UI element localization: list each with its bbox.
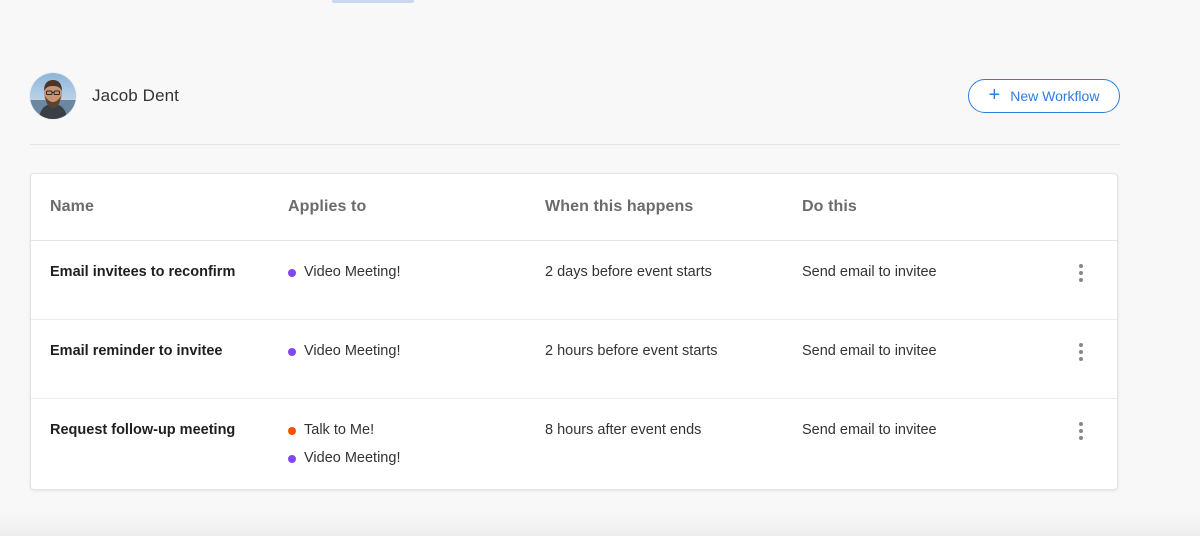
workflow-name[interactable]: Request follow-up meeting (50, 422, 288, 439)
trigger-description: 2 hours before event starts (545, 343, 718, 359)
new-workflow-label: New Workflow (1010, 88, 1100, 104)
active-tab-indicator (332, 0, 414, 3)
menu-dot (1078, 271, 1083, 275)
column-header-applies-to: Applies to (288, 198, 367, 215)
event-type-item: Talk to Me! (288, 422, 545, 439)
event-type-item: Video Meeting! (288, 343, 545, 360)
event-color-dot (288, 454, 296, 463)
table-row[interactable]: Request follow-up meeting Talk to Me! Vi… (31, 399, 1117, 489)
menu-dot (1078, 357, 1083, 361)
new-workflow-button[interactable]: + New Workflow (968, 79, 1120, 113)
menu-dot (1078, 350, 1083, 354)
bottom-edge-shadow (0, 512, 1200, 536)
event-type-item: Video Meeting! (288, 450, 545, 467)
event-color-dot (288, 268, 296, 277)
event-color-dot (288, 347, 296, 356)
action-description: Send email to invitee (802, 343, 937, 359)
workflow-name[interactable]: Email reminder to invitee (50, 343, 288, 360)
row-menu-icon[interactable] (1073, 260, 1089, 286)
workflow-owner-row: Jacob Dent + New Workflow (30, 72, 1120, 120)
event-type-label: Video Meeting! (304, 450, 401, 466)
applies-to-cell: Talk to Me! Video Meeting! (288, 422, 545, 467)
table-row[interactable]: Email invitees to reconfirm Video Meetin… (31, 241, 1117, 320)
column-header-when: When this happens (545, 198, 694, 215)
action-description: Send email to invitee (802, 422, 937, 438)
workflow-table: Name Applies to When this happens Do thi… (30, 173, 1118, 490)
row-menu-icon[interactable] (1073, 339, 1089, 365)
menu-dot (1078, 343, 1083, 347)
menu-dot (1078, 436, 1083, 440)
workflow-name[interactable]: Email invitees to reconfirm (50, 264, 288, 281)
row-menu-icon[interactable] (1073, 418, 1089, 444)
menu-dot (1078, 264, 1083, 268)
applies-to-cell: Video Meeting! (288, 264, 545, 281)
table-row[interactable]: Email reminder to invitee Video Meeting!… (31, 320, 1117, 399)
trigger-description: 2 days before event starts (545, 264, 712, 280)
column-header-name: Name (50, 198, 94, 215)
event-type-item: Video Meeting! (288, 264, 545, 281)
event-type-label: Video Meeting! (304, 264, 401, 280)
menu-dot (1078, 422, 1083, 426)
trigger-description: 8 hours after event ends (545, 422, 702, 438)
plus-icon: + (988, 84, 1001, 106)
applies-to-cell: Video Meeting! (288, 343, 545, 360)
action-description: Send email to invitee (802, 264, 937, 280)
avatar (30, 73, 76, 119)
menu-dot (1078, 278, 1083, 282)
avatar-image (30, 73, 76, 119)
event-type-label: Video Meeting! (304, 343, 401, 359)
owner-name: Jacob Dent (92, 86, 179, 105)
section-divider (30, 144, 1120, 145)
event-type-label: Talk to Me! (304, 422, 375, 438)
table-header: Name Applies to When this happens Do thi… (31, 174, 1117, 241)
menu-dot (1078, 429, 1083, 433)
event-color-dot (288, 426, 296, 435)
column-header-action: Do this (802, 198, 857, 215)
